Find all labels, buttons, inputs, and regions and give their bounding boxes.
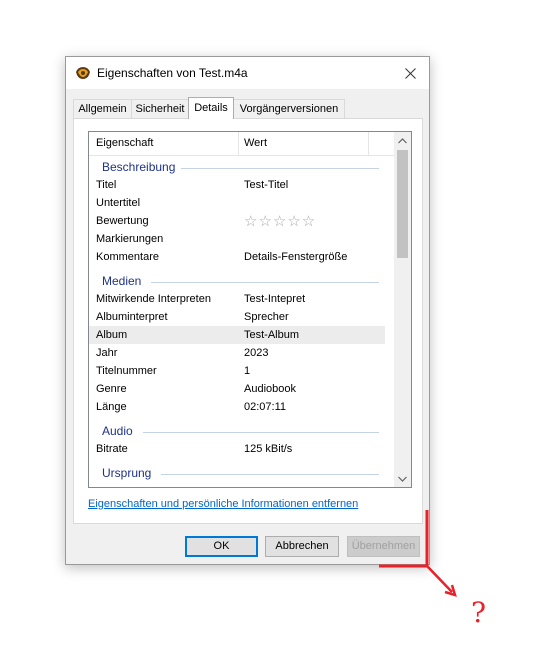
question-mark-annotation: ? <box>471 596 487 629</box>
red-arrow-line <box>426 565 453 593</box>
tab-details[interactable]: Details <box>188 97 234 119</box>
resize-annotation <box>379 510 457 597</box>
red-corner-mark <box>379 510 429 568</box>
